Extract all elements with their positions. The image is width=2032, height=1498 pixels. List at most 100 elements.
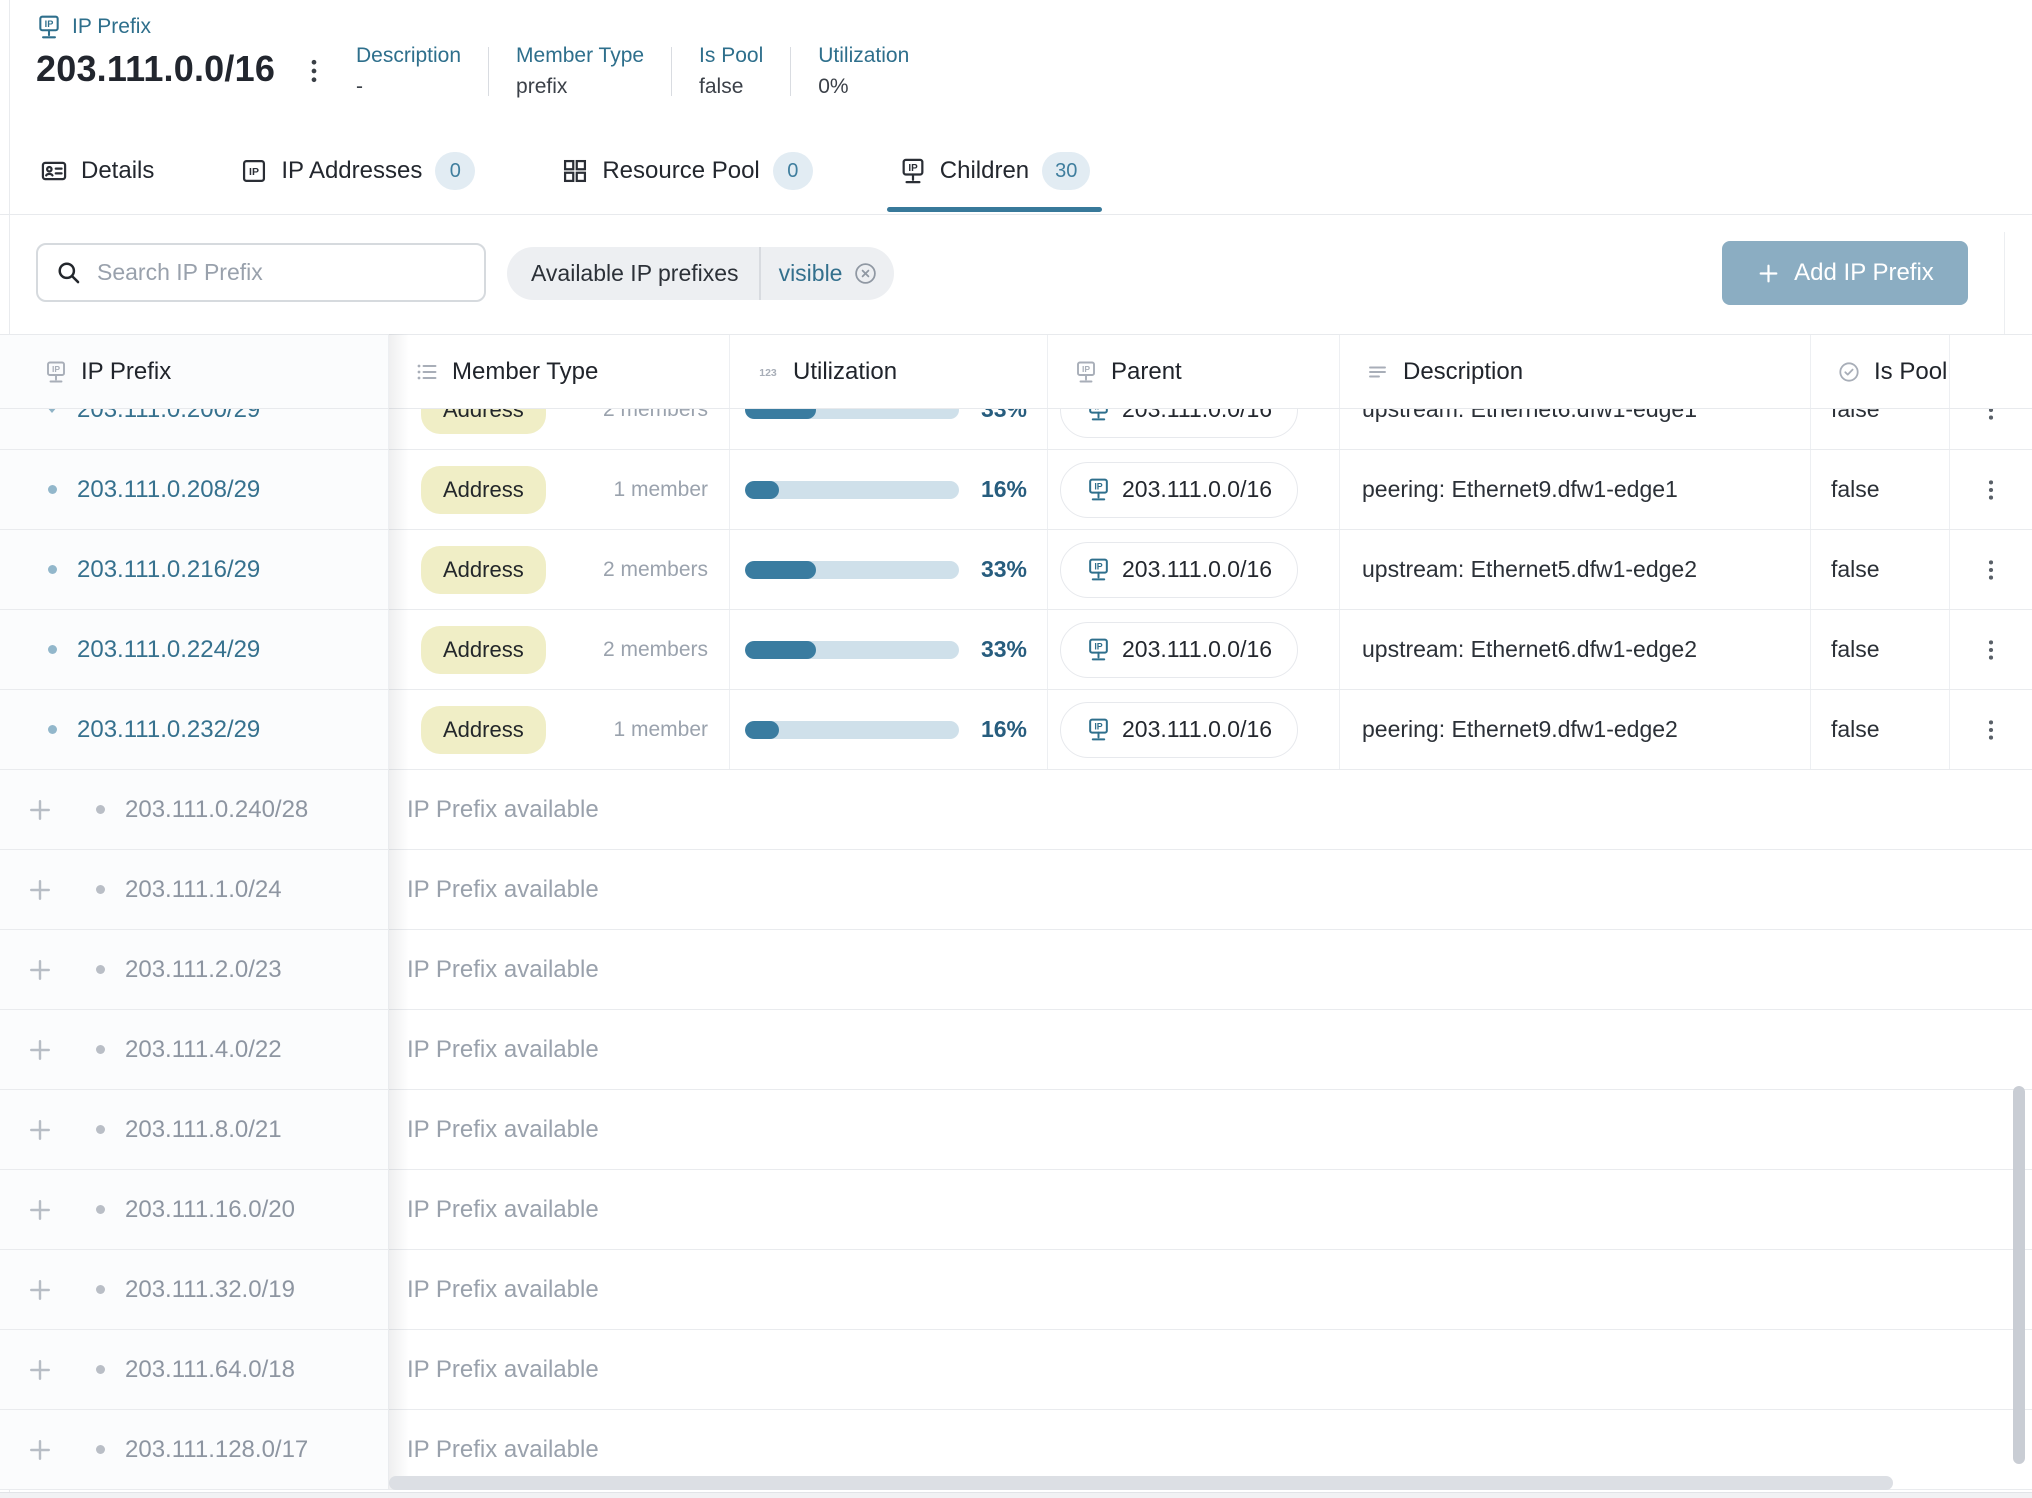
bullet-dot-icon bbox=[96, 1365, 105, 1374]
svg-text:123: 123 bbox=[759, 367, 777, 379]
add-ip-prefix-button[interactable]: Add IP Prefix bbox=[1722, 241, 1968, 305]
available-prefix-row: 203.111.64.0/18IP Prefix available bbox=[0, 1330, 2032, 1410]
column-header-label: Description bbox=[1403, 358, 1523, 386]
column-header-label: Is Pool bbox=[1874, 358, 1947, 386]
svg-text:IP: IP bbox=[1094, 722, 1102, 732]
remove-filter-icon[interactable] bbox=[853, 261, 878, 286]
id-card-icon bbox=[40, 157, 68, 185]
ip-prefix-icon: IP bbox=[899, 157, 927, 185]
column-header-label: IP Prefix bbox=[81, 358, 171, 386]
cell-member-type: Address1 member bbox=[389, 690, 730, 769]
row-kebab-menu-icon[interactable] bbox=[1978, 637, 2004, 663]
expand-plus-icon[interactable] bbox=[26, 796, 54, 824]
filter-chip[interactable]: Available IP prefixes visible bbox=[507, 247, 894, 300]
expand-plus-icon[interactable] bbox=[26, 1436, 54, 1464]
tab-label: Children bbox=[940, 157, 1029, 185]
table-row: 203.111.0.232/29 Address1 member 16% IP203.… bbox=[0, 690, 2032, 770]
available-prefix-row: 203.111.16.0/20IP Prefix available bbox=[0, 1170, 2032, 1250]
available-status-label: IP Prefix available bbox=[389, 1170, 2032, 1249]
horizontal-scrollbar[interactable] bbox=[389, 1476, 1893, 1490]
utilization-bar bbox=[745, 641, 959, 659]
available-prefix-label: 203.111.2.0/23 bbox=[125, 956, 282, 984]
expand-plus-icon[interactable] bbox=[26, 876, 54, 904]
cell-description: upstream: Ethernet6.dfw1-edge1 bbox=[1340, 409, 1811, 449]
bullet-dot-icon bbox=[96, 1045, 105, 1054]
ip-prefix-icon: IP bbox=[1074, 360, 1098, 384]
cell-ip-prefix: 203.111.16.0/20 bbox=[0, 1170, 389, 1249]
utilization-value: 16% bbox=[981, 716, 1047, 743]
row-kebab-menu-icon[interactable] bbox=[1978, 717, 2004, 743]
entity-type-text: IP Prefix bbox=[72, 15, 151, 39]
utilization-value: 33% bbox=[981, 556, 1047, 583]
ip-prefix-link[interactable]: 203.111.0.216/29 bbox=[77, 556, 260, 584]
column-header-utilization[interactable]: 123 Utilization bbox=[730, 335, 1048, 408]
meta-item-member-type: Member Typeprefix bbox=[489, 44, 671, 99]
cell-ip-prefix: 203.111.64.0/18 bbox=[0, 1330, 389, 1409]
table-row: 203.111.0.224/29Address2 members33%IP203… bbox=[0, 610, 2032, 690]
expand-plus-icon[interactable] bbox=[26, 1196, 54, 1224]
meta-value: - bbox=[356, 75, 461, 99]
cell-description: peering: Ethernet9.dfw1-edge1 bbox=[1340, 450, 1811, 529]
row-kebab-menu-icon[interactable] bbox=[1978, 557, 2004, 583]
bullet-dot-icon bbox=[48, 645, 57, 654]
column-header-is-pool[interactable]: Is Pool bbox=[1811, 335, 1950, 408]
expand-plus-icon[interactable] bbox=[26, 1116, 54, 1144]
svg-text:IP: IP bbox=[249, 166, 259, 178]
cell-ip-prefix: 203.111.0.200/29 bbox=[0, 409, 389, 449]
utilization-bar bbox=[745, 481, 959, 499]
cell-is-pool: false bbox=[1811, 450, 1950, 529]
column-header-ip-prefix[interactable]: IPIP Prefix bbox=[0, 335, 389, 408]
expand-plus-icon[interactable] bbox=[26, 1276, 54, 1304]
tab-ip-addresses[interactable]: IPIP Addresses0 bbox=[240, 140, 475, 202]
available-prefix-label: 203.111.8.0/21 bbox=[125, 1116, 282, 1144]
column-header-label: Member Type bbox=[452, 358, 598, 386]
tab-children[interactable]: IPChildren30 bbox=[899, 140, 1091, 202]
available-status-label: IP Prefix available bbox=[389, 770, 2032, 849]
member-count: 2 members bbox=[603, 409, 729, 422]
parent-prefix-chip[interactable]: IP203.111.0.0/16 bbox=[1060, 702, 1298, 758]
bullet-dot-icon bbox=[96, 1445, 105, 1454]
table-row: 203.111.0.200/29Address2 members33%IP203… bbox=[0, 409, 2032, 450]
bullet-dot-icon bbox=[48, 485, 57, 494]
meta-item-description: Description- bbox=[356, 44, 488, 99]
utilization-bar-fill bbox=[745, 481, 779, 499]
column-header-parent[interactable]: IP Parent bbox=[1048, 335, 1340, 408]
column-header-label: Parent bbox=[1111, 358, 1182, 386]
ip-prefix-link[interactable]: 203.111.0.208/29 bbox=[77, 476, 260, 504]
expand-plus-icon[interactable] bbox=[26, 1356, 54, 1384]
search-input[interactable]: Search IP Prefix bbox=[36, 243, 486, 302]
parent-prefix-chip[interactable]: IP203.111.0.0/16 bbox=[1060, 622, 1298, 678]
filter-chip-value-text: visible bbox=[779, 260, 843, 287]
cell-ip-prefix: 203.111.8.0/21 bbox=[0, 1090, 389, 1169]
parent-prefix-chip[interactable]: IP203.111.0.0/16 bbox=[1060, 462, 1298, 518]
column-header-member-type[interactable]: Member Type bbox=[389, 335, 730, 408]
vertical-scrollbar[interactable] bbox=[2013, 1086, 2025, 1464]
parent-prefix-chip[interactable]: IP203.111.0.0/16 bbox=[1060, 542, 1298, 598]
cell-utilization: 33% bbox=[730, 610, 1048, 689]
tab-resource-pool[interactable]: Resource Pool0 bbox=[561, 140, 812, 202]
lines-icon bbox=[1366, 360, 1390, 384]
page-title: 203.111.0.0/16 bbox=[36, 46, 275, 92]
ip-address-icon: IP bbox=[240, 157, 268, 185]
expand-plus-icon[interactable] bbox=[26, 956, 54, 984]
search-icon bbox=[55, 259, 82, 286]
bullet-dot-icon bbox=[96, 1205, 105, 1214]
tab-label: Details bbox=[81, 157, 154, 185]
column-header-label: Utilization bbox=[793, 358, 897, 386]
cell-actions bbox=[1950, 530, 2032, 609]
cell-parent: IP203.111.0.0/16 bbox=[1048, 450, 1340, 529]
row-kebab-menu-icon[interactable] bbox=[1978, 477, 2004, 503]
tab-details[interactable]: Details bbox=[40, 140, 154, 202]
available-prefix-label: 203.111.4.0/22 bbox=[125, 1036, 282, 1064]
row-kebab-menu-icon[interactable] bbox=[1978, 409, 2004, 423]
column-header-description[interactable]: Description bbox=[1340, 335, 1811, 408]
cell-ip-prefix: 203.111.1.0/24 bbox=[0, 850, 389, 929]
title-kebab-menu-icon[interactable] bbox=[299, 56, 329, 86]
parent-prefix-chip[interactable]: IP203.111.0.0/16 bbox=[1060, 409, 1298, 438]
ip-prefix-link[interactable]: 203.111.0.200/29 bbox=[77, 409, 260, 424]
ip-prefix-link[interactable]: 203.111.0.224/29 bbox=[77, 636, 260, 664]
ip-prefix-link[interactable]: 203.111.0.232/29 bbox=[77, 716, 260, 744]
expand-plus-icon[interactable] bbox=[26, 1036, 54, 1064]
cell-ip-prefix: 203.111.128.0/17 bbox=[0, 1410, 389, 1489]
utilization-bar-fill bbox=[745, 641, 816, 659]
